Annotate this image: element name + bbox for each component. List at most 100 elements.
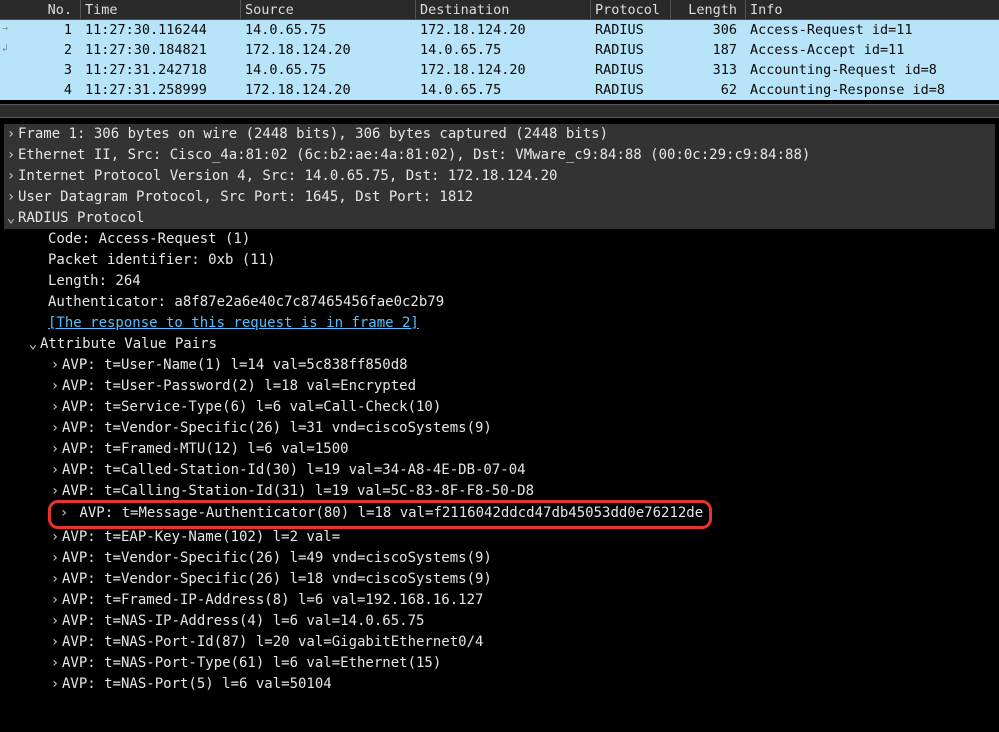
- avp-row[interactable]: ›AVP: t=NAS-Port(5) l=6 val=50104: [4, 674, 995, 695]
- avp-text: AVP: t=Message-Authenticator(80) l=18 va…: [79, 505, 703, 521]
- col-source[interactable]: Source: [240, 0, 415, 20]
- cell-time: 11:27:31.242718: [80, 60, 240, 80]
- cell-len: 306: [670, 20, 745, 40]
- chevron-right-icon[interactable]: ›: [48, 611, 62, 632]
- radius-packet-id-text: Packet identifier: 0xb (11): [48, 250, 276, 271]
- cell-no: 2: [0, 40, 80, 60]
- avp-row[interactable]: ›AVP: t=Calling-Station-Id(31) l=19 val=…: [4, 481, 995, 502]
- cell-info: Access-Accept id=11: [745, 40, 999, 60]
- chevron-right-icon[interactable]: ›: [48, 460, 62, 481]
- avp-row[interactable]: ›AVP: t=Vendor-Specific(26) l=49 vnd=cis…: [4, 548, 995, 569]
- cell-dst: 172.18.124.20: [415, 20, 590, 40]
- chevron-right-icon[interactable]: ›: [48, 632, 62, 653]
- radius-code-text: Code: Access-Request (1): [48, 229, 250, 250]
- cell-dst: 172.18.124.20: [415, 60, 590, 80]
- col-info[interactable]: Info: [745, 0, 999, 20]
- chevron-right-icon[interactable]: ›: [48, 481, 62, 502]
- chevron-right-icon[interactable]: ›: [4, 145, 18, 166]
- cell-proto: RADIUS: [590, 80, 670, 100]
- chevron-right-icon[interactable]: ›: [4, 124, 18, 145]
- avp-row[interactable]: ›AVP: t=Vendor-Specific(26) l=31 vnd=cis…: [4, 418, 995, 439]
- tree-avps-label: Attribute Value Pairs: [40, 334, 217, 355]
- tree-radius-text: RADIUS Protocol: [18, 208, 144, 229]
- chevron-right-icon[interactable]: ›: [4, 187, 18, 208]
- chevron-right-icon[interactable]: ›: [48, 674, 62, 695]
- tree-frame-text: Frame 1: 306 bytes on wire (2448 bits), …: [18, 124, 608, 145]
- chevron-down-icon[interactable]: ⌄: [26, 334, 40, 355]
- avp-row[interactable]: ›AVP: t=Called-Station-Id(30) l=19 val=3…: [4, 460, 995, 481]
- cell-no: 1: [0, 20, 80, 40]
- cell-no: 4: [0, 80, 80, 100]
- tree-frame[interactable]: › Frame 1: 306 bytes on wire (2448 bits)…: [4, 124, 995, 145]
- packet-row[interactable]: 211:27:30.184821172.18.124.2014.0.65.75R…: [0, 40, 999, 60]
- radius-packet-id[interactable]: Packet identifier: 0xb (11): [4, 250, 995, 271]
- avp-text: AVP: t=NAS-Port(5) l=6 val=50104: [62, 674, 332, 695]
- col-destination[interactable]: Destination: [415, 0, 590, 20]
- packet-row[interactable]: 411:27:31.258999172.18.124.2014.0.65.75R…: [0, 80, 999, 100]
- packet-list-body: 111:27:30.11624414.0.65.75172.18.124.20R…: [0, 20, 999, 100]
- tree-avps[interactable]: ⌄ Attribute Value Pairs: [4, 334, 995, 355]
- avp-text: AVP: t=User-Name(1) l=14 val=5c838ff850d…: [62, 355, 408, 376]
- chevron-right-icon[interactable]: ›: [48, 590, 62, 611]
- cell-proto: RADIUS: [590, 20, 670, 40]
- chevron-right-icon[interactable]: ›: [48, 569, 62, 590]
- avp-text: AVP: t=NAS-Port-Id(87) l=20 val=GigabitE…: [62, 632, 483, 653]
- cell-proto: RADIUS: [590, 60, 670, 80]
- col-protocol[interactable]: Protocol: [590, 0, 670, 20]
- avp-text: AVP: t=Framed-IP-Address(8) l=6 val=192.…: [62, 590, 483, 611]
- cell-proto: RADIUS: [590, 40, 670, 60]
- radius-response-link[interactable]: [The response to this request is in fram…: [4, 313, 995, 334]
- packet-row[interactable]: 311:27:31.24271814.0.65.75172.18.124.20R…: [0, 60, 999, 80]
- tree-udp[interactable]: › User Datagram Protocol, Src Port: 1645…: [4, 187, 995, 208]
- avp-row[interactable]: ›AVP: t=Framed-IP-Address(8) l=6 val=192…: [4, 590, 995, 611]
- radius-code[interactable]: Code: Access-Request (1): [4, 229, 995, 250]
- avp-text: AVP: t=EAP-Key-Name(102) l=2 val=: [62, 527, 340, 548]
- avp-row[interactable]: ›AVP: t=Vendor-Specific(26) l=18 vnd=cis…: [4, 569, 995, 590]
- cell-src: 172.18.124.20: [240, 40, 415, 60]
- radius-authenticator[interactable]: Authenticator: a8f87e2a6e40c7c87465456fa…: [4, 292, 995, 313]
- chevron-right-icon[interactable]: ›: [48, 527, 62, 548]
- avp-row[interactable]: ›AVP: t=Framed-MTU(12) l=6 val=1500: [4, 439, 995, 460]
- col-time[interactable]: Time: [80, 0, 240, 20]
- response-in-frame-link[interactable]: [The response to this request is in fram…: [48, 313, 419, 334]
- cell-info: Accounting-Response id=8: [745, 80, 999, 100]
- tree-ethernet-text: Ethernet II, Src: Cisco_4a:81:02 (6c:b2:…: [18, 145, 810, 166]
- radius-length[interactable]: Length: 264: [4, 271, 995, 292]
- tree-radius[interactable]: ⌄ RADIUS Protocol: [4, 208, 995, 229]
- chevron-right-icon[interactable]: ›: [48, 439, 62, 460]
- col-no[interactable]: No.: [0, 0, 80, 20]
- avp-row[interactable]: ›AVP: t=NAS-IP-Address(4) l=6 val=14.0.6…: [4, 611, 995, 632]
- cell-src: 14.0.65.75: [240, 20, 415, 40]
- cell-info: Accounting-Request id=8: [745, 60, 999, 80]
- chevron-right-icon[interactable]: ›: [48, 376, 62, 397]
- col-length[interactable]: Length: [670, 0, 745, 20]
- chevron-right-icon[interactable]: ›: [48, 355, 62, 376]
- chevron-right-icon[interactable]: ›: [48, 418, 62, 439]
- packet-list-header: No. Time Source Destination Protocol Len…: [0, 0, 999, 20]
- avp-row[interactable]: ›AVP: t=NAS-Port-Id(87) l=20 val=Gigabit…: [4, 632, 995, 653]
- chevron-right-icon[interactable]: ›: [48, 548, 62, 569]
- tree-ethernet[interactable]: › Ethernet II, Src: Cisco_4a:81:02 (6c:b…: [4, 145, 995, 166]
- cell-len: 187: [670, 40, 745, 60]
- cell-info: Access-Request id=11: [745, 20, 999, 40]
- avp-row[interactable]: ›AVP: t=User-Password(2) l=18 val=Encryp…: [4, 376, 995, 397]
- avp-text: AVP: t=Vendor-Specific(26) l=49 vnd=cisc…: [62, 548, 492, 569]
- avp-list: ›AVP: t=User-Name(1) l=14 val=5c838ff850…: [4, 355, 995, 695]
- tree-ip[interactable]: › Internet Protocol Version 4, Src: 14.0…: [4, 166, 995, 187]
- tree-udp-text: User Datagram Protocol, Src Port: 1645, …: [18, 187, 473, 208]
- avp-text: AVP: t=User-Password(2) l=18 val=Encrypt…: [62, 376, 416, 397]
- avp-row[interactable]: ›AVP: t=User-Name(1) l=14 val=5c838ff850…: [4, 355, 995, 376]
- avp-row[interactable]: ›AVP: t=NAS-Port-Type(61) l=6 val=Ethern…: [4, 653, 995, 674]
- chevron-right-icon[interactable]: ›: [48, 397, 62, 418]
- cell-len: 62: [670, 80, 745, 100]
- avp-row[interactable]: ›AVP: t=Service-Type(6) l=6 val=Call-Che…: [4, 397, 995, 418]
- chevron-down-icon[interactable]: ⌄: [4, 208, 18, 229]
- packet-row[interactable]: 111:27:30.11624414.0.65.75172.18.124.20R…: [0, 20, 999, 40]
- chevron-right-icon[interactable]: ›: [4, 166, 18, 187]
- highlight-box: › AVP: t=Message-Authenticator(80) l=18 …: [48, 500, 712, 529]
- horizontal-scrollbar[interactable]: [0, 104, 999, 118]
- avp-row[interactable]: › AVP: t=Message-Authenticator(80) l=18 …: [4, 502, 995, 527]
- chevron-right-icon[interactable]: ›: [48, 653, 62, 674]
- chevron-right-icon[interactable]: ›: [57, 503, 71, 524]
- avp-row[interactable]: ›AVP: t=EAP-Key-Name(102) l=2 val=: [4, 527, 995, 548]
